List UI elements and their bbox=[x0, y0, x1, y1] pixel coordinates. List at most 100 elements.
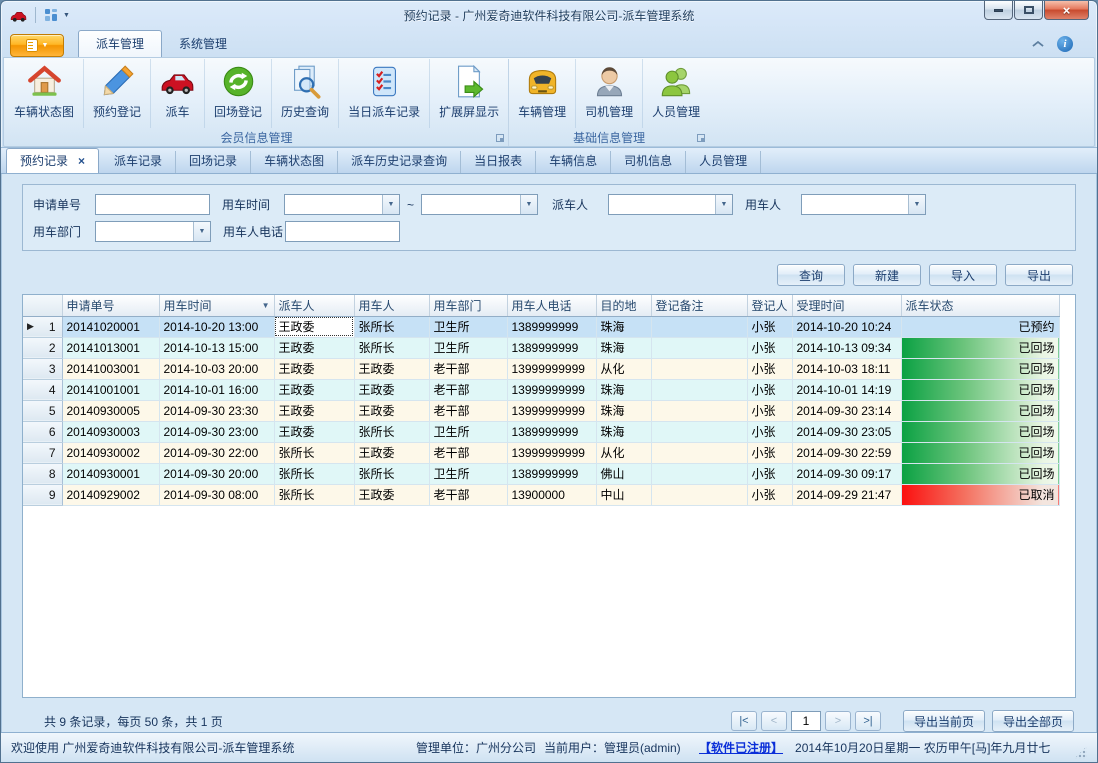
close-button[interactable]: × bbox=[1044, 1, 1089, 20]
new-button[interactable]: 新建 bbox=[853, 264, 921, 286]
table-row[interactable]: 5201409300052014-09-30 23:30王政委王政委老干部139… bbox=[23, 400, 1059, 421]
cell-dept[interactable]: 卫生所 bbox=[429, 421, 507, 442]
ribbon-button[interactable]: 人员管理 bbox=[642, 59, 709, 128]
cell-dispatcher[interactable]: 王政委 bbox=[274, 358, 354, 379]
chevron-down-icon[interactable]: ▼ bbox=[715, 195, 732, 214]
cell-accept-time[interactable]: 2014-09-30 22:59 bbox=[792, 442, 901, 463]
table-row[interactable]: 8201409300012014-09-30 20:00张所长张所长卫生所138… bbox=[23, 463, 1059, 484]
table-row[interactable]: 4201410010012014-10-01 16:00王政委王政委老干部139… bbox=[23, 379, 1059, 400]
resize-grip[interactable] bbox=[1074, 746, 1087, 759]
cell-dispatch-status[interactable]: 已取消 bbox=[901, 484, 1059, 505]
cell-order-no[interactable]: 20140930005 bbox=[62, 400, 159, 421]
license-link[interactable]: 【软件已注册】 bbox=[699, 739, 783, 756]
document-tab[interactable]: 司机信息 bbox=[611, 151, 686, 173]
cell-dispatcher[interactable]: 王政委 bbox=[274, 400, 354, 421]
cell-dept[interactable]: 老干部 bbox=[429, 442, 507, 463]
cell-order-no[interactable]: 20141003001 bbox=[62, 358, 159, 379]
cell-remark[interactable] bbox=[651, 484, 747, 505]
ribbon-button[interactable]: 历史查询 bbox=[271, 59, 338, 128]
cell-remark[interactable] bbox=[651, 421, 747, 442]
cell-registrar[interactable]: 小张 bbox=[747, 442, 792, 463]
row-header[interactable]: 4 bbox=[23, 379, 62, 400]
cell-dispatch-status[interactable]: 已回场 bbox=[901, 358, 1059, 379]
cell-order-no[interactable]: 20140929002 bbox=[62, 484, 159, 505]
cell-registrar[interactable]: 小张 bbox=[747, 463, 792, 484]
chevron-down-icon[interactable]: ▼ bbox=[193, 222, 210, 241]
phone-input[interactable] bbox=[285, 221, 400, 242]
document-tab[interactable]: 车辆状态图 bbox=[251, 151, 338, 173]
cell-dispatch-status[interactable]: 已回场 bbox=[901, 421, 1059, 442]
cell-dispatcher[interactable]: 王政委 bbox=[274, 421, 354, 442]
cell-passenger[interactable]: 张所长 bbox=[354, 316, 429, 337]
dialog-launcher-icon[interactable] bbox=[697, 134, 705, 142]
passenger-combo[interactable]: ▼ bbox=[801, 194, 926, 215]
cell-destination[interactable]: 从化 bbox=[596, 358, 651, 379]
table-row[interactable]: 6201409300032014-09-30 23:00王政委张所长卫生所138… bbox=[23, 421, 1059, 442]
cell-destination[interactable]: 珠海 bbox=[596, 337, 651, 358]
cell-dept[interactable]: 老干部 bbox=[429, 484, 507, 505]
cell-accept-time[interactable]: 2014-09-30 23:14 bbox=[792, 400, 901, 421]
document-tab[interactable]: 预约记录× bbox=[6, 148, 99, 173]
cell-dispatch-status[interactable]: 已回场 bbox=[901, 400, 1059, 421]
ribbon-button[interactable]: 扩展屏显示 bbox=[429, 59, 508, 128]
cell-phone[interactable]: 1389999999 bbox=[507, 463, 596, 484]
cell-dept[interactable]: 卫生所 bbox=[429, 463, 507, 484]
ribbon-button[interactable]: 司机管理 bbox=[575, 59, 642, 128]
cell-dispatch-status[interactable]: 已回场 bbox=[901, 463, 1059, 484]
cell-use-time[interactable]: 2014-10-13 15:00 bbox=[159, 337, 274, 358]
cell-dispatcher[interactable]: 王政委 bbox=[274, 337, 354, 358]
cell-use-time[interactable]: 2014-09-30 20:00 bbox=[159, 463, 274, 484]
cell-phone[interactable]: 13999999999 bbox=[507, 358, 596, 379]
order-no-input[interactable] bbox=[95, 194, 210, 215]
cell-dispatcher[interactable]: 张所长 bbox=[274, 442, 354, 463]
document-tab[interactable]: 当日报表 bbox=[461, 151, 536, 173]
cell-dispatch-status[interactable]: 已回场 bbox=[901, 442, 1059, 463]
export-button[interactable]: 导出 bbox=[1005, 264, 1073, 286]
cell-passenger[interactable]: 张所长 bbox=[354, 463, 429, 484]
cell-dispatch-status[interactable]: 已回场 bbox=[901, 337, 1059, 358]
use-time-to-combo[interactable]: ▼ bbox=[421, 194, 538, 215]
cell-order-no[interactable]: 20141020001 bbox=[62, 316, 159, 337]
column-header-dispatch-status[interactable]: 派车状态 bbox=[901, 295, 1059, 316]
cell-dept[interactable]: 老干部 bbox=[429, 400, 507, 421]
document-tab[interactable]: 回场记录 bbox=[176, 151, 251, 173]
export-all-pages-button[interactable]: 导出全部页 bbox=[992, 710, 1074, 732]
quick-access-toolbar-icon[interactable] bbox=[44, 8, 58, 22]
cell-use-time[interactable]: 2014-09-30 23:00 bbox=[159, 421, 274, 442]
row-header[interactable]: 9 bbox=[23, 484, 62, 505]
cell-phone[interactable]: 1389999999 bbox=[507, 421, 596, 442]
page-number-input[interactable] bbox=[791, 711, 821, 731]
cell-destination[interactable]: 佛山 bbox=[596, 463, 651, 484]
column-header-passenger[interactable]: 用车人 bbox=[354, 295, 429, 316]
row-header[interactable]: 6 bbox=[23, 421, 62, 442]
cell-registrar[interactable]: 小张 bbox=[747, 379, 792, 400]
row-header[interactable]: 8 bbox=[23, 463, 62, 484]
cell-order-no[interactable]: 20140930002 bbox=[62, 442, 159, 463]
column-header-accept-time[interactable]: 受理时间 bbox=[792, 295, 901, 316]
cell-use-time[interactable]: 2014-10-20 13:00 bbox=[159, 316, 274, 337]
cell-destination[interactable]: 从化 bbox=[596, 442, 651, 463]
cell-passenger[interactable]: 张所长 bbox=[354, 337, 429, 358]
cell-dept[interactable]: 老干部 bbox=[429, 379, 507, 400]
cell-dispatcher[interactable]: 张所长 bbox=[274, 463, 354, 484]
row-header[interactable]: 1▶ bbox=[23, 316, 62, 337]
column-header-remark[interactable]: 登记备注 bbox=[651, 295, 747, 316]
cell-registrar[interactable]: 小张 bbox=[747, 316, 792, 337]
cell-use-time[interactable]: 2014-10-03 20:00 bbox=[159, 358, 274, 379]
maximize-button[interactable] bbox=[1014, 1, 1043, 20]
prev-page-button[interactable]: < bbox=[761, 711, 787, 731]
cell-destination[interactable]: 珠海 bbox=[596, 400, 651, 421]
column-header-use-time[interactable]: 用车时间▼ bbox=[159, 295, 274, 316]
cell-phone[interactable]: 1389999999 bbox=[507, 337, 596, 358]
dialog-launcher-icon[interactable] bbox=[496, 134, 504, 142]
dept-combo[interactable]: ▼ bbox=[95, 221, 211, 242]
cell-accept-time[interactable]: 2014-10-13 09:34 bbox=[792, 337, 901, 358]
cell-phone[interactable]: 13999999999 bbox=[507, 442, 596, 463]
cell-dispatch-status[interactable]: 已回场 bbox=[901, 379, 1059, 400]
chevron-down-icon[interactable]: ▼ bbox=[520, 195, 537, 214]
cell-registrar[interactable]: 小张 bbox=[747, 484, 792, 505]
column-header-phone[interactable]: 用车人电话 bbox=[507, 295, 596, 316]
column-header-dept[interactable]: 用车部门 bbox=[429, 295, 507, 316]
cell-remark[interactable] bbox=[651, 358, 747, 379]
dispatcher-combo[interactable]: ▼ bbox=[608, 194, 733, 215]
